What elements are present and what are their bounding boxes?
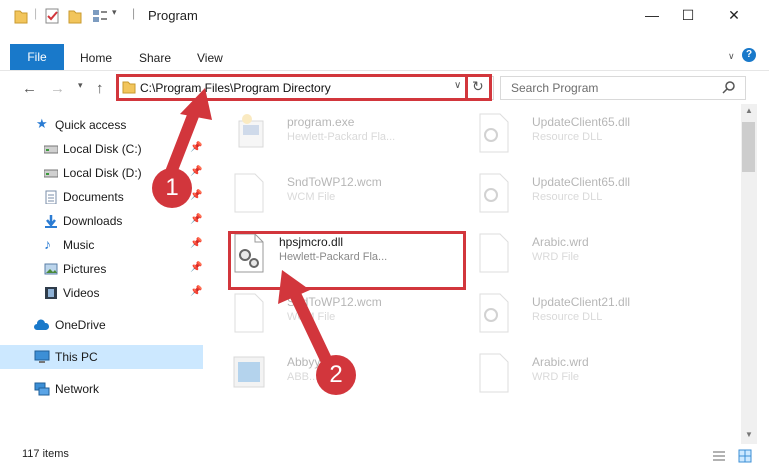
annotation-arrows <box>162 88 336 374</box>
explorer-window: | ▾ | Program — ☐ ✕ File Home Share View… <box>0 0 769 473</box>
callout-step-2: 2 <box>316 355 356 395</box>
callout-step-1: 1 <box>152 168 192 208</box>
arrow-head-1 <box>180 88 212 120</box>
